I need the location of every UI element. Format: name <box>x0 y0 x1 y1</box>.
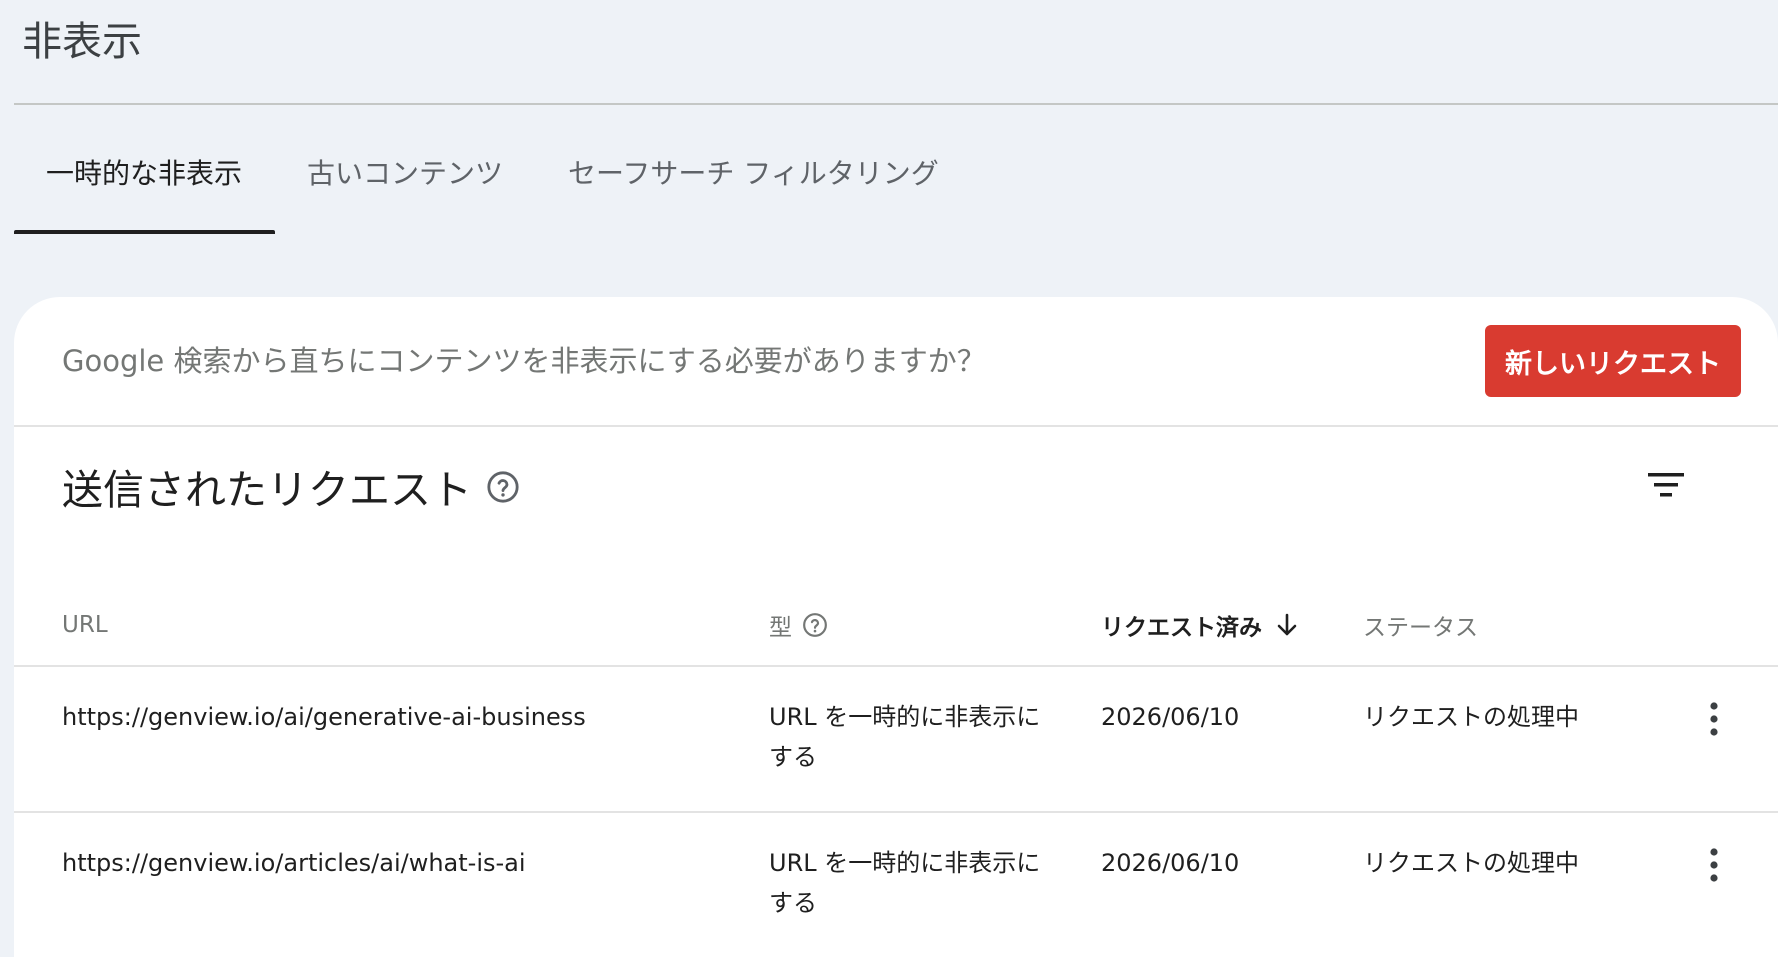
tab-safesearch-filtering[interactable]: セーフサーチ フィルタリング <box>536 140 972 234</box>
title-divider <box>14 103 1778 105</box>
page-title: 非表示 <box>22 19 142 65</box>
more-vert-icon[interactable] <box>1700 697 1728 741</box>
tab-bar: 一時的な非表示 古いコンテンツ セーフサーチ フィルタリング <box>14 140 972 234</box>
row-date: 2026/06/10 <box>1101 849 1240 877</box>
help-circle-icon[interactable] <box>486 462 520 518</box>
row-date: 2026/06/10 <box>1101 703 1240 731</box>
table-header: URL 型 リクエスト済み ステータス <box>14 587 1778 667</box>
section-title: 送信されたリクエスト <box>62 462 520 518</box>
table-row: https://genview.io/ai/generative-ai-busi… <box>14 667 1778 813</box>
column-header-status-label: ステータス <box>1363 615 1478 641</box>
requests-card: Google 検索から直ちにコンテンツを非表示にする必要がありますか？ 新しいリ… <box>14 297 1778 957</box>
row-url[interactable]: https://genview.io/ai/generative-ai-busi… <box>62 697 586 737</box>
row-status: リクエストの処理中 <box>1363 703 1579 731</box>
tab-outdated-content[interactable]: 古いコンテンツ <box>275 140 536 234</box>
column-header-requested-label: リクエスト済み <box>1101 615 1262 641</box>
new-request-button[interactable]: 新しいリクエスト <box>1485 325 1741 397</box>
column-header-requested[interactable]: リクエスト済み <box>1101 587 1298 663</box>
row-type: URL を一時的に非表示にする <box>769 849 1041 917</box>
section-title-text: 送信されたリクエスト <box>62 466 472 514</box>
column-header-status: ステータス <box>1363 587 1478 663</box>
column-header-type-label: 型 <box>769 615 792 641</box>
column-header-url-label: URL <box>62 612 108 638</box>
new-request-prompt: Google 検索から直ちにコンテンツを非表示にする必要がありますか？ 新しいリ… <box>14 297 1778 427</box>
row-status: リクエストの処理中 <box>1363 849 1579 877</box>
tab-temporary-removal[interactable]: 一時的な非表示 <box>14 140 276 234</box>
filter-icon[interactable] <box>1646 465 1686 505</box>
prompt-text: Google 検索から直ちにコンテンツを非表示にする必要がありますか？ <box>62 344 986 378</box>
column-header-url: URL <box>62 587 108 663</box>
help-circle-icon[interactable] <box>802 612 828 638</box>
row-type: URL を一時的に非表示にする <box>769 703 1041 771</box>
more-vert-icon[interactable] <box>1700 843 1728 887</box>
table-row: https://genview.io/articles/ai/what-is-a… <box>14 813 1778 957</box>
row-url[interactable]: https://genview.io/articles/ai/what-is-a… <box>62 843 526 883</box>
column-header-type: 型 <box>769 587 828 663</box>
arrow-down-icon <box>1276 612 1298 638</box>
